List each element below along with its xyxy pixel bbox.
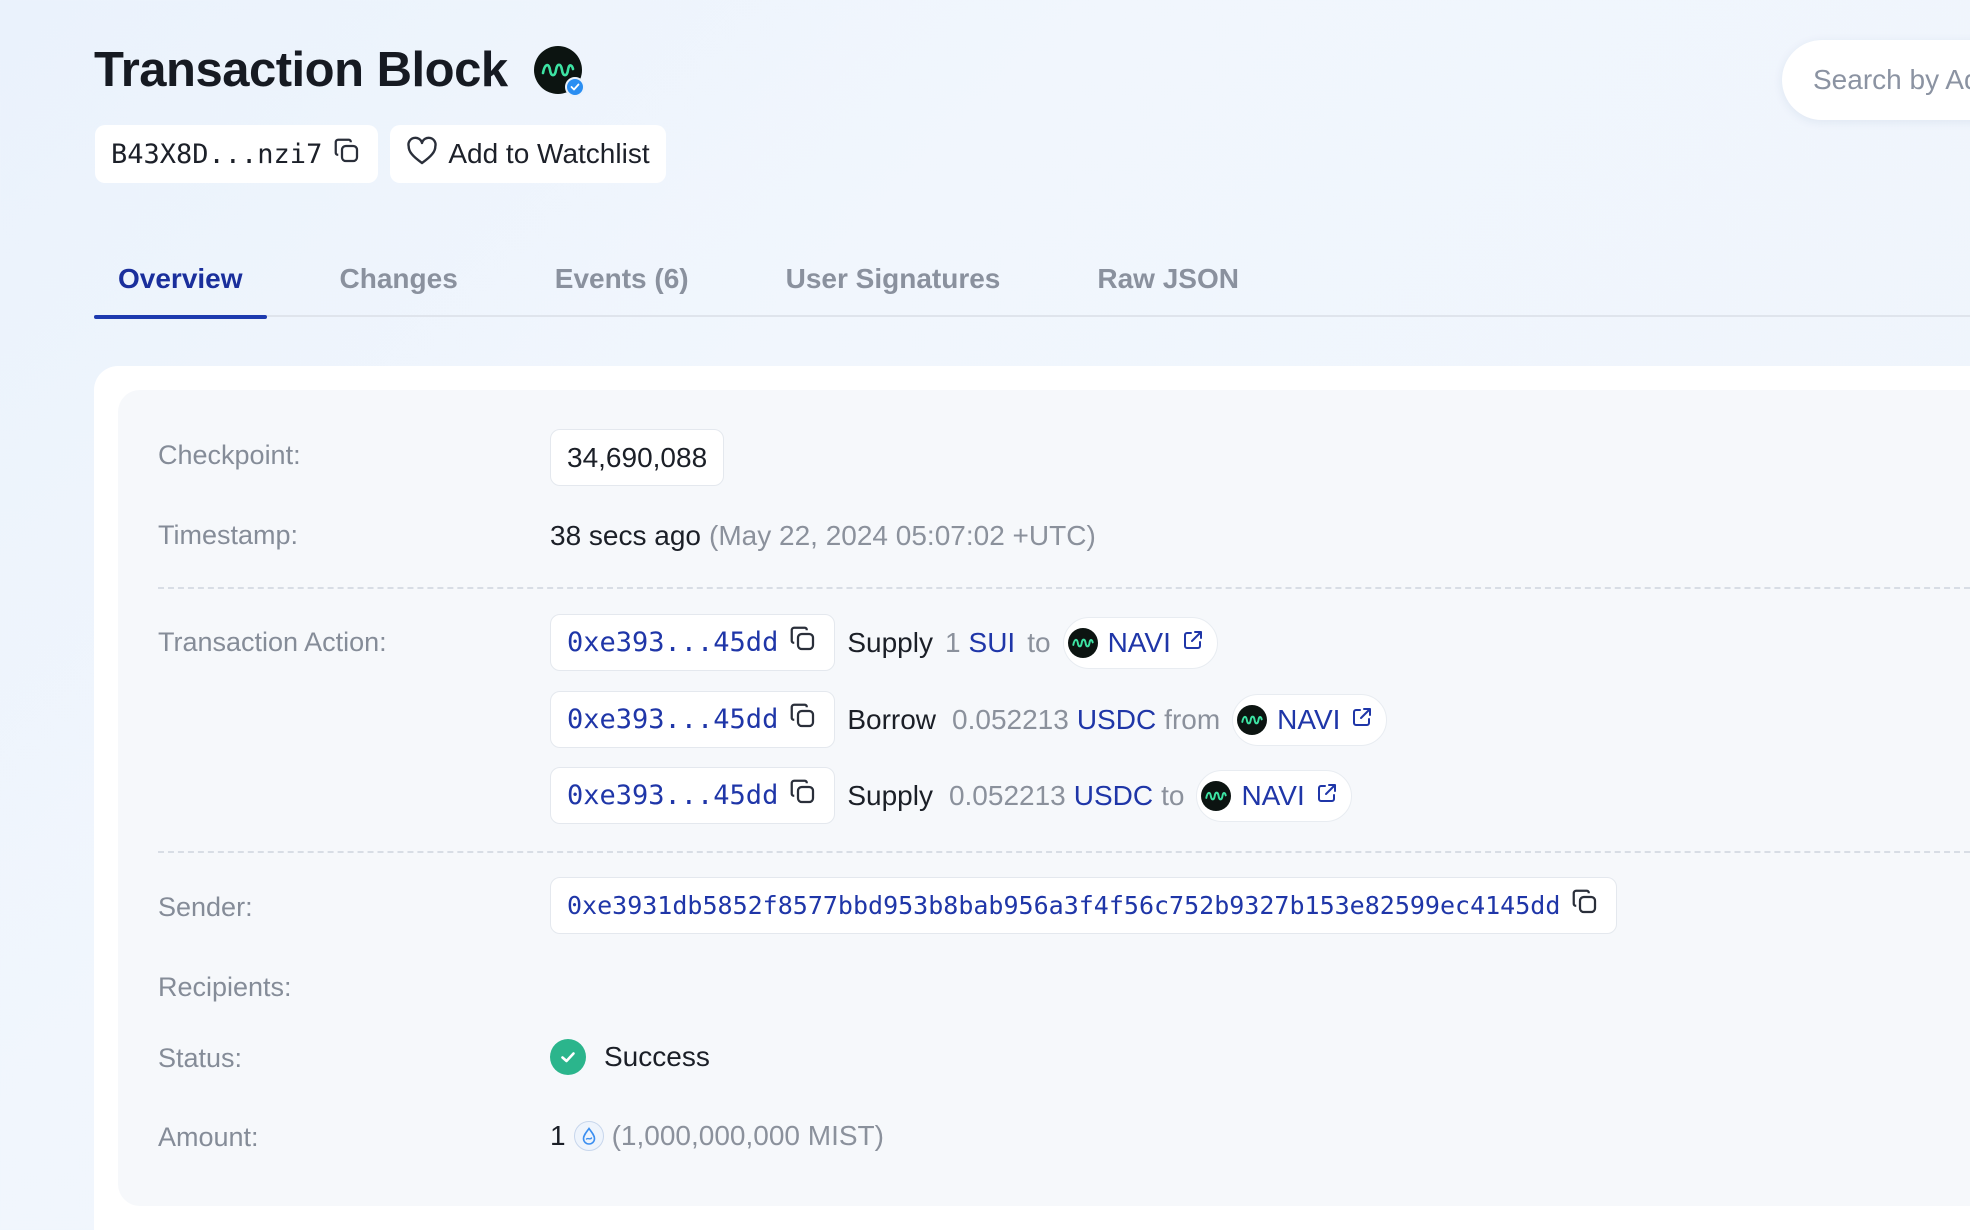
external-link-icon xyxy=(1350,704,1374,736)
status-label: Status: xyxy=(158,1043,243,1073)
protocol-link[interactable]: NAVI xyxy=(1062,616,1218,669)
protocol-name: NAVI xyxy=(1277,703,1341,735)
checkpoint-label: Checkpoint: xyxy=(158,440,301,470)
navi-logo-icon xyxy=(1237,704,1268,735)
action-token[interactable]: USDC xyxy=(1077,704,1156,736)
amount-number: 1 xyxy=(550,1120,566,1151)
search-placeholder: Search by Address / Package / Object ID xyxy=(1813,64,1970,95)
recipients-label: Recipients: xyxy=(158,972,292,1002)
action-verb: Supply xyxy=(847,626,933,658)
sender-value-wrap: 0xe3931db5852f8577bbd953b8bab956a3f4f56c… xyxy=(550,877,1618,934)
tab-user-signatures[interactable]: User Signatures xyxy=(762,240,1025,317)
action-verb: Borrow xyxy=(847,703,937,735)
copy-icon[interactable] xyxy=(788,701,818,738)
digest-actions: B43X8D...nzi7 Add to Watchlist xyxy=(95,125,666,183)
copy-icon[interactable] xyxy=(332,136,362,173)
divider xyxy=(158,851,1970,853)
checkpoint-value[interactable]: 34,690,088 xyxy=(550,429,725,486)
action-preposition: to xyxy=(1161,779,1185,811)
watchlist-label: Add to Watchlist xyxy=(448,138,650,169)
copy-icon[interactable] xyxy=(1570,887,1600,924)
tab-raw-json[interactable]: Raw JSON xyxy=(1073,240,1263,317)
external-link-icon xyxy=(1315,780,1339,812)
action-amount: 1 xyxy=(944,626,961,658)
transaction-action-label: Transaction Action: xyxy=(158,627,387,657)
action-address-chip[interactable]: 0xe393...45dd xyxy=(550,767,836,824)
action-token[interactable]: USDC xyxy=(1074,780,1153,812)
success-check-icon xyxy=(550,1039,586,1075)
copy-icon[interactable] xyxy=(788,777,818,814)
timestamp-label: Timestamp: xyxy=(158,520,299,550)
action-amount: 0.052213 xyxy=(948,779,1066,811)
action-amount: 0.052213 xyxy=(952,703,1069,735)
action-token[interactable]: SUI xyxy=(969,627,1016,659)
title-row: Transaction Block xyxy=(94,42,585,98)
status-text: Success xyxy=(604,1041,710,1072)
heart-icon xyxy=(406,136,438,173)
navi-logo-icon xyxy=(533,46,585,97)
sender-address-chip[interactable]: 0xe3931db5852f8577bbd953b8bab956a3f4f56c… xyxy=(550,877,1618,934)
search-input[interactable]: Search by Address / Package / Object ID xyxy=(1782,40,1970,120)
navi-logo-icon xyxy=(1201,780,1232,811)
digest-value: B43X8D...nzi7 xyxy=(111,138,323,170)
sender-address[interactable]: 0xe3931db5852f8577bbd953b8bab956a3f4f56c… xyxy=(567,891,1560,920)
protocol-link[interactable]: NAVI xyxy=(1196,769,1352,822)
checkpoint-value-wrap: 34,690,088 xyxy=(550,429,725,486)
action-row: 0xe393...45dd Supply 0.052213 USDC to NA… xyxy=(550,767,1352,824)
amount-label: Amount: xyxy=(158,1122,259,1152)
timestamp-relative: 38 secs ago xyxy=(550,520,701,551)
copy-icon[interactable] xyxy=(788,624,818,661)
tab-changes[interactable]: Changes xyxy=(316,240,482,317)
timestamp-absolute: (May 22, 2024 05:07:02 +UTC) xyxy=(709,520,1096,551)
protocol-name: NAVI xyxy=(1107,626,1171,658)
timestamp-value: 38 secs ago (May 22, 2024 05:07:02 +UTC) xyxy=(550,520,1096,552)
protocol-name: NAVI xyxy=(1241,779,1305,811)
tab-overview[interactable]: Overview xyxy=(94,240,267,319)
action-address-chip[interactable]: 0xe393...45dd xyxy=(550,614,836,671)
action-row: 0xe393...45dd Borrow 0.052213 USDC from … xyxy=(550,691,1388,748)
page-title: Transaction Block xyxy=(94,43,508,97)
tab-bar: Overview Changes Events (6) User Signatu… xyxy=(94,240,1970,319)
digest-chip: B43X8D...nzi7 xyxy=(95,125,379,183)
action-verb: Supply xyxy=(847,779,933,811)
sui-drop-icon xyxy=(573,1121,604,1151)
verified-check-icon xyxy=(564,77,585,97)
add-to-watchlist-button[interactable]: Add to Watchlist xyxy=(390,125,666,183)
divider xyxy=(158,587,1970,589)
sender-label: Sender: xyxy=(158,892,253,922)
action-address-chip[interactable]: 0xe393...45dd xyxy=(550,691,836,748)
action-address[interactable]: 0xe393...45dd xyxy=(567,780,778,811)
amount-detail: (1,000,000,000 MIST) xyxy=(611,1120,884,1151)
action-row: 0xe393...45dd Supply 1 SUI to NAVI xyxy=(550,614,1218,671)
status-value: Success xyxy=(550,1039,710,1075)
external-link-icon xyxy=(1181,627,1205,659)
action-preposition: from xyxy=(1164,703,1221,735)
amount-value: 1 (1,000,000,000 MIST) xyxy=(550,1120,884,1152)
protocol-link[interactable]: NAVI xyxy=(1232,693,1388,746)
action-preposition: to xyxy=(1027,626,1051,658)
action-address[interactable]: 0xe393...45dd xyxy=(567,627,778,658)
tab-events[interactable]: Events (6) xyxy=(531,240,713,317)
action-address[interactable]: 0xe393...45dd xyxy=(567,704,778,735)
navi-logo-icon xyxy=(1067,627,1098,658)
